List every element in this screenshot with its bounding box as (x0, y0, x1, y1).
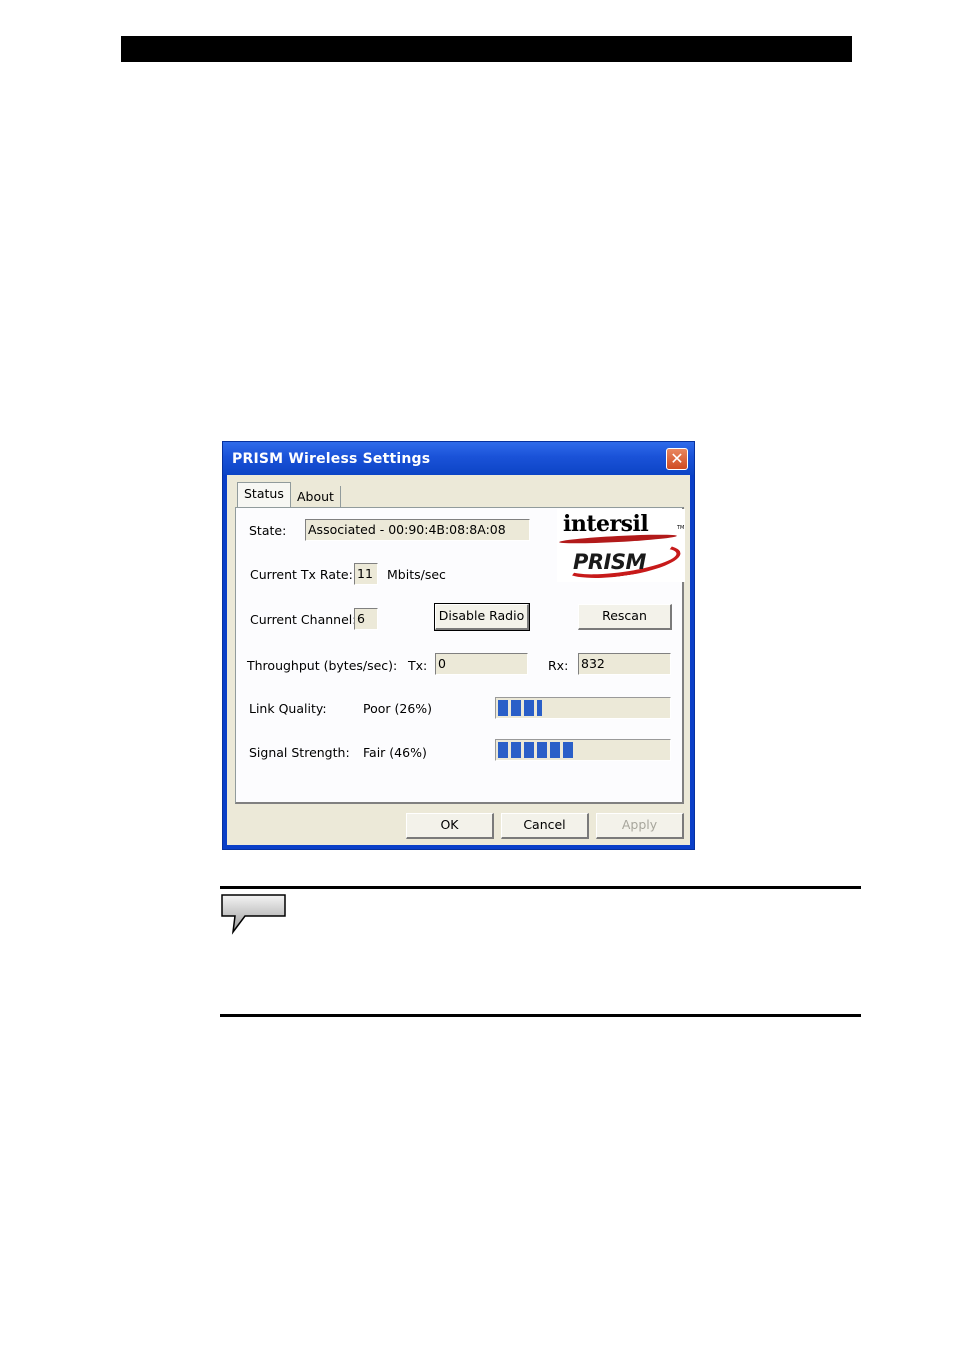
tab-about[interactable]: About (291, 486, 341, 508)
tx-rate-field: 11 (354, 563, 378, 585)
apply-button[interactable]: Apply (596, 813, 684, 839)
tx-rate-unit: Mbits/sec (387, 567, 446, 582)
link-quality-text: Poor (26%) (363, 701, 433, 716)
rescan-button[interactable]: Rescan (578, 604, 672, 630)
window-title: PRISM Wireless Settings (232, 451, 431, 467)
prism-wireless-settings-dialog: PRISM Wireless Settings ✕ Status About i… (222, 441, 695, 850)
link-quality-meter-fill (498, 700, 543, 716)
logo-brand: intersil (563, 511, 649, 537)
speech-bubble-icon (221, 894, 286, 935)
signal-strength-text: Fair (46%) (363, 745, 427, 760)
throughput-tx-label: Tx: (408, 658, 428, 673)
throughput-rx-label: Rx: (548, 658, 569, 673)
signal-strength-label: Signal Strength: (249, 745, 350, 760)
disable-radio-button[interactable]: Disable Radio (434, 603, 530, 631)
link-quality-meter (495, 697, 671, 719)
throughput-tx-field: 0 (435, 653, 528, 675)
logo-tm: TM (677, 525, 685, 531)
channel-label: Current Channel: (250, 612, 357, 627)
signal-strength-meter-fill (498, 742, 577, 758)
note-top-rule (220, 886, 861, 889)
title-bar[interactable]: PRISM Wireless Settings ✕ (223, 442, 694, 475)
state-label: State: (249, 523, 287, 538)
intersil-prism-logo: intersil TM PRISM (557, 509, 685, 585)
logo-product: PRISM (573, 550, 646, 574)
ok-button[interactable]: OK (406, 813, 494, 839)
close-icon[interactable]: ✕ (666, 448, 688, 470)
throughput-label: Throughput (bytes/sec): (247, 658, 398, 673)
signal-strength-meter (495, 739, 671, 761)
state-field: Associated - 00:90:4B:08:8A:08 (305, 519, 530, 541)
throughput-rx-field: 832 (578, 653, 671, 675)
channel-field: 6 (354, 608, 378, 630)
tab-status[interactable]: Status (237, 482, 291, 508)
tx-rate-label: Current Tx Rate: (250, 567, 353, 582)
page-header-bar (121, 36, 852, 62)
cancel-button[interactable]: Cancel (501, 813, 589, 839)
status-panel: intersil TM PRISM State: Associated - 00… (235, 507, 685, 804)
link-quality-label: Link Quality: (249, 701, 327, 716)
note-bottom-rule (220, 1014, 861, 1017)
dialog-client-area: Status About intersil TM PRISM State: As… (227, 475, 690, 845)
